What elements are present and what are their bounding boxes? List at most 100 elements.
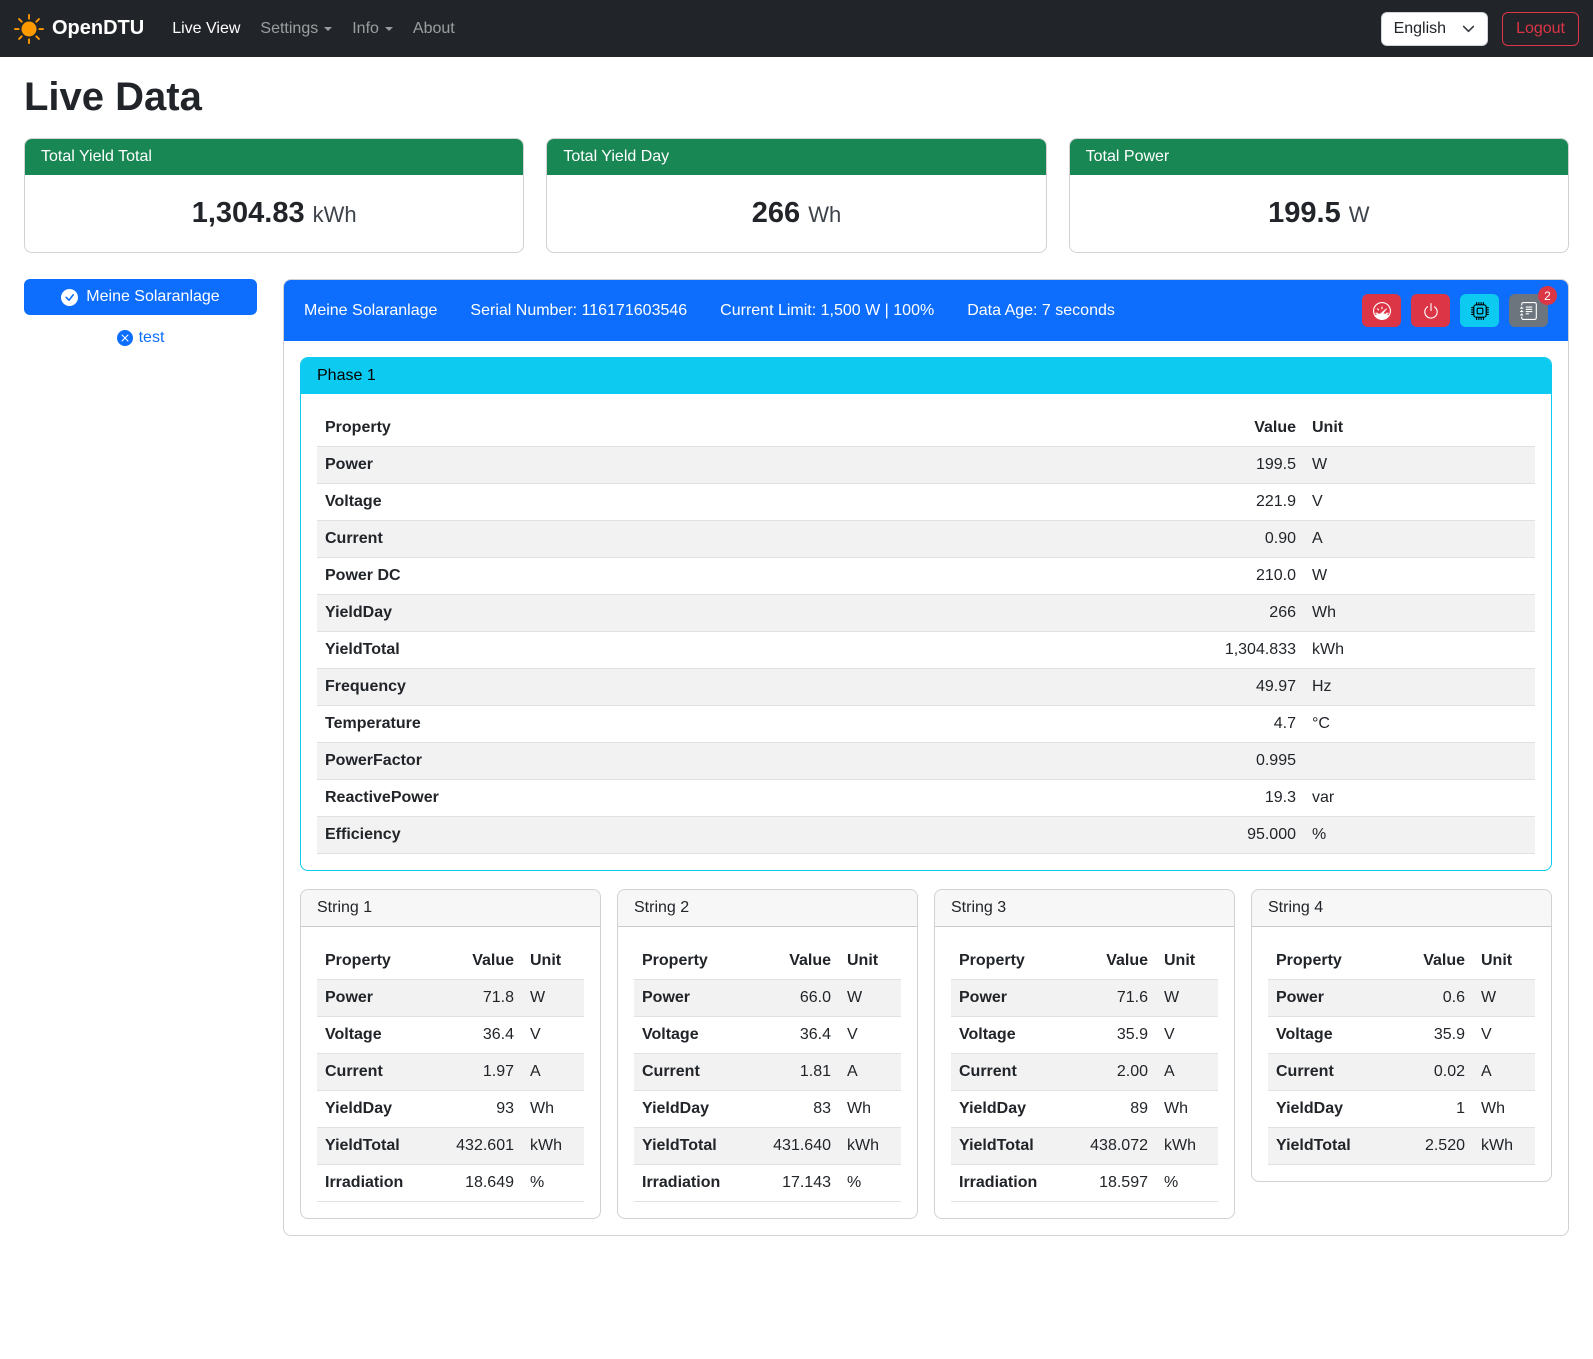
- column-header-property: Property: [1268, 943, 1393, 980]
- property-cell: Power: [317, 447, 907, 484]
- nav-item-live-view[interactable]: Live View: [162, 12, 250, 46]
- card-value: 199.5: [1268, 197, 1341, 229]
- string-table: PropertyValueUnit Power71.8W Voltage36.4…: [317, 943, 584, 1202]
- value-cell: 95.000: [907, 817, 1304, 854]
- panel-actions: 2: [1362, 294, 1548, 327]
- card-body: 1,304.83kWh: [25, 175, 523, 252]
- table-row: Current2.00A: [951, 1054, 1218, 1091]
- column-header-property: Property: [951, 943, 1066, 980]
- property-cell: Current: [317, 1054, 432, 1091]
- card-value: 1,304.83: [192, 197, 305, 229]
- property-cell: Power: [1268, 980, 1393, 1017]
- property-cell: YieldDay: [1268, 1091, 1393, 1128]
- unit-cell: A: [1156, 1054, 1218, 1091]
- sun-icon: [14, 14, 44, 44]
- nav-item-label: Info: [352, 20, 379, 38]
- nav-item-label: About: [413, 20, 455, 38]
- table-row: YieldDay266Wh: [317, 595, 1535, 632]
- column-header-unit: Unit: [1304, 410, 1535, 447]
- table-row: Power0.6W: [1268, 980, 1535, 1017]
- nav-item-settings[interactable]: Settings: [250, 12, 342, 46]
- table-row: Voltage221.9V: [317, 484, 1535, 521]
- limit-settings-button[interactable]: [1362, 294, 1401, 327]
- value-cell: 71.8: [432, 980, 522, 1017]
- string-title: String 3: [935, 890, 1234, 927]
- unit-cell: Hz: [1304, 669, 1535, 706]
- unit-cell: kWh: [1304, 632, 1535, 669]
- string-title: String 4: [1252, 890, 1551, 927]
- value-cell: 36.4: [749, 1017, 839, 1054]
- serial-number: Serial Number: 116171603546: [470, 302, 687, 320]
- property-cell: Voltage: [1268, 1017, 1393, 1054]
- brand-link[interactable]: OpenDTU: [14, 14, 144, 44]
- unit-cell: Wh: [1304, 595, 1535, 632]
- table-row: Frequency49.97Hz: [317, 669, 1535, 706]
- language-select[interactable]: English: [1381, 12, 1488, 46]
- value-cell: 4.7: [907, 706, 1304, 743]
- table-row: Voltage35.9V: [951, 1017, 1218, 1054]
- phase-title: Phase 1: [301, 358, 1551, 394]
- column-header-value: Value: [749, 943, 839, 980]
- property-cell: Irradiation: [634, 1165, 749, 1202]
- phase-table: Property Value Unit Power199.5W Voltage2…: [317, 410, 1535, 854]
- property-cell: Frequency: [317, 669, 907, 706]
- column-header-unit: Unit: [522, 943, 584, 980]
- value-cell: 2.00: [1066, 1054, 1156, 1091]
- property-cell: Current: [1268, 1054, 1393, 1091]
- chevron-down-icon: [385, 27, 393, 31]
- table-row: Current1.97A: [317, 1054, 584, 1091]
- unit-cell: A: [522, 1054, 584, 1091]
- value-cell: 35.9: [1066, 1017, 1156, 1054]
- string-3-card: String 3 PropertyValueUnit Power71.6W Vo…: [934, 889, 1235, 1219]
- value-cell: 431.640: [749, 1128, 839, 1165]
- table-row: Temperature4.7°C: [317, 706, 1535, 743]
- table-row: YieldDay89Wh: [951, 1091, 1218, 1128]
- device-info-button[interactable]: [1460, 294, 1499, 327]
- value-cell: 0.02: [1393, 1054, 1473, 1091]
- inverter-name: Meine Solaranlage: [304, 302, 437, 320]
- property-cell: Current: [317, 521, 907, 558]
- inverter-select-button[interactable]: Meine Solaranlage: [24, 279, 257, 315]
- table-row: YieldTotal432.601kWh: [317, 1128, 584, 1165]
- table-row: Current1.81A: [634, 1054, 901, 1091]
- unit-cell: kWh: [1156, 1128, 1218, 1165]
- unit-cell: V: [1473, 1017, 1535, 1054]
- value-cell: 1.81: [749, 1054, 839, 1091]
- table-row: Current0.90A: [317, 521, 1535, 558]
- table-row: Power199.5W: [317, 447, 1535, 484]
- string-table-wrap: PropertyValueUnit Power71.8W Voltage36.4…: [301, 927, 600, 1202]
- inverter-item-test[interactable]: test: [24, 329, 257, 347]
- logout-button[interactable]: Logout: [1502, 12, 1579, 46]
- property-cell: Power: [317, 980, 432, 1017]
- nav-item-info[interactable]: Info: [342, 12, 403, 46]
- property-cell: Voltage: [951, 1017, 1066, 1054]
- table-row: PowerFactor0.995: [317, 743, 1535, 780]
- card-unit: Wh: [808, 202, 841, 227]
- value-cell: 71.6: [1066, 980, 1156, 1017]
- inverter-name-label: test: [139, 329, 165, 347]
- table-row: Power71.6W: [951, 980, 1218, 1017]
- unit-cell: V: [839, 1017, 901, 1054]
- brand-label: OpenDTU: [52, 17, 144, 40]
- data-age: Data Age: 7 seconds: [967, 302, 1115, 320]
- table-header-row: PropertyValueUnit: [634, 943, 901, 980]
- unit-cell: V: [522, 1017, 584, 1054]
- table-header-row: PropertyValueUnit: [1268, 943, 1535, 980]
- property-cell: PowerFactor: [317, 743, 907, 780]
- check-circle-icon: [61, 289, 78, 306]
- string-table-wrap: PropertyValueUnit Power0.6W Voltage35.9V…: [1252, 927, 1551, 1165]
- current-limit: Current Limit: 1,500 W | 100%: [720, 302, 934, 320]
- value-cell: 432.601: [432, 1128, 522, 1165]
- unit-cell: Wh: [1473, 1091, 1535, 1128]
- inverter-panel-body: Phase 1 Property Value Unit: [284, 341, 1568, 1235]
- event-log-button[interactable]: 2: [1509, 294, 1548, 327]
- property-cell: YieldTotal: [951, 1128, 1066, 1165]
- power-button[interactable]: [1411, 294, 1450, 327]
- nav-item-about[interactable]: About: [403, 12, 465, 46]
- property-cell: YieldDay: [317, 595, 907, 632]
- unit-cell: A: [839, 1054, 901, 1091]
- unit-cell: kWh: [1473, 1128, 1535, 1165]
- unit-cell: V: [1156, 1017, 1218, 1054]
- inverter-panel: Meine Solaranlage Serial Number: 1161716…: [283, 279, 1569, 1236]
- value-cell: 221.9: [907, 484, 1304, 521]
